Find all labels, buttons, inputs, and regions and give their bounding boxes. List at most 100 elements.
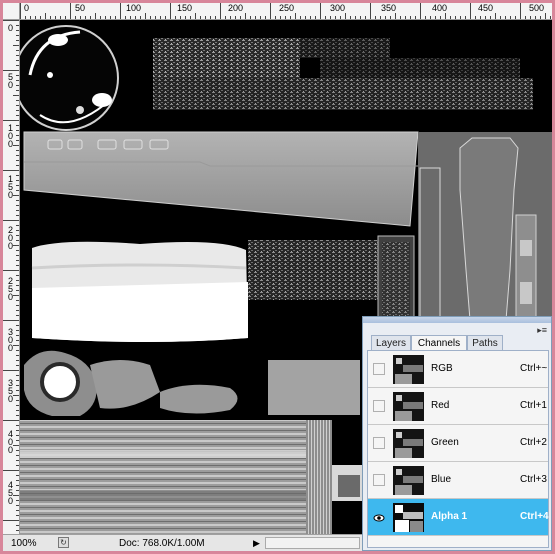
ruler-tick	[60, 16, 61, 19]
horizontal-ruler[interactable]: 0 50 100 150 200 250 300 350 400 450 500	[3, 3, 552, 20]
ruler-tick	[430, 16, 431, 19]
visibility-toggle[interactable]	[373, 437, 385, 449]
ruler-tick	[385, 16, 386, 19]
channel-row-red[interactable]: Red Ctrl+1	[368, 388, 548, 425]
ruler-tick	[375, 16, 376, 19]
ruler-tick	[510, 16, 511, 19]
ruler-label: 400	[432, 3, 448, 13]
channel-name: Red	[431, 400, 450, 411]
ruler-tick	[16, 500, 19, 501]
ruler-tick	[16, 310, 19, 311]
tab-layers[interactable]: Layers	[371, 335, 411, 350]
ruler-label: 50	[75, 3, 86, 13]
channel-row-green[interactable]: Green Ctrl+2	[368, 425, 548, 462]
ruler-tick	[13, 345, 19, 346]
visibility-toggle[interactable]	[373, 400, 385, 412]
ruler-tick	[330, 16, 331, 19]
channel-list: RGB Ctrl+~ Red Ctrl+1 Green Ctrl+2 Blue	[367, 350, 549, 548]
ruler-tick	[360, 16, 361, 19]
ruler-tick	[16, 260, 19, 261]
ruler-tick	[335, 16, 336, 19]
ruler-tick	[16, 475, 19, 476]
channel-row-alpha-1[interactable]: Alpha 1 Ctrl+4	[368, 499, 549, 536]
channels-panel: ▸≡ Layers Channels Paths RGB Ctrl+~ Red …	[362, 316, 552, 551]
horizontal-scrollbar[interactable]	[265, 537, 360, 549]
ruler-label: 500	[529, 3, 545, 13]
ruler-tick	[16, 355, 19, 356]
ruler-tick	[425, 16, 426, 19]
eye-icon[interactable]	[373, 511, 385, 523]
ruler-tick	[170, 3, 171, 19]
ruler-tick	[260, 16, 261, 19]
ruler-tick	[100, 16, 101, 19]
ruler-tick	[290, 16, 291, 19]
vertical-ruler[interactable]: 0 5 0 1 0 0 1 5 0 2 0 0 2 5 0 3 0 0 3 5 …	[3, 20, 20, 534]
ruler-tick	[3, 120, 19, 121]
tab-paths[interactable]: Paths	[467, 335, 503, 350]
ruler-tick	[305, 16, 306, 19]
ruler-tick	[245, 13, 246, 19]
channel-shortcut: Ctrl+~	[520, 363, 548, 374]
ruler-tick	[160, 16, 161, 19]
ruler-tick	[295, 13, 296, 19]
ruler-tick	[16, 360, 19, 361]
ruler-tick	[16, 240, 19, 241]
ruler-tick	[380, 16, 381, 19]
ruler-label: 3 0 0	[7, 327, 13, 353]
ruler-tick	[16, 460, 19, 461]
channel-row-blue[interactable]: Blue Ctrl+3	[368, 462, 548, 499]
ruler-tick	[420, 3, 421, 19]
ruler-tick	[16, 175, 19, 176]
ruler-label: 200	[228, 3, 244, 13]
tab-channels[interactable]: Channels	[411, 335, 467, 351]
ruler-tick	[370, 3, 371, 19]
ruler-tick	[465, 16, 466, 19]
ruler-tick	[300, 16, 301, 19]
ruler-tick	[460, 16, 461, 19]
ruler-tick	[180, 16, 181, 19]
ruler-tick	[16, 510, 19, 511]
channel-shortcut: Ctrl+3	[520, 474, 547, 485]
ruler-tick	[16, 225, 19, 226]
ruler-tick	[200, 16, 201, 19]
ruler-tick	[280, 16, 281, 19]
ruler-tick	[155, 16, 156, 19]
ruler-tick	[145, 13, 146, 19]
ruler-tick	[16, 50, 19, 51]
channel-row-rgb[interactable]: RGB Ctrl+~	[368, 351, 548, 388]
ruler-tick	[90, 16, 91, 19]
ruler-tick	[16, 30, 19, 31]
ruler-tick	[16, 385, 19, 386]
ruler-tick	[485, 16, 486, 19]
ruler-origin[interactable]	[3, 3, 20, 20]
ruler-tick	[150, 16, 151, 19]
visibility-toggle[interactable]	[373, 363, 385, 375]
ruler-tick	[16, 115, 19, 116]
ruler-tick	[16, 400, 19, 401]
ruler-tick	[13, 295, 19, 296]
ruler-tick	[455, 16, 456, 19]
ruler-tick	[16, 530, 19, 531]
ruler-tick	[195, 13, 196, 19]
ruler-tick	[16, 525, 19, 526]
ruler-tick	[445, 13, 446, 19]
status-menu-arrow-icon[interactable]: ▶	[253, 538, 260, 549]
ruler-tick	[120, 3, 121, 19]
visibility-toggle[interactable]	[373, 474, 385, 486]
ruler-tick	[16, 430, 19, 431]
ruler-tick	[135, 16, 136, 19]
panel-titlebar[interactable]	[363, 317, 551, 323]
ruler-tick	[16, 200, 19, 201]
channel-shortcut: Ctrl+2	[520, 437, 547, 448]
ruler-tick	[16, 340, 19, 341]
ruler-tick	[16, 75, 19, 76]
ruler-tick	[16, 185, 19, 186]
ruler-tick	[16, 505, 19, 506]
ruler-label: 300	[330, 3, 346, 13]
zoom-level[interactable]: 100%	[11, 538, 37, 549]
status-menu-icon[interactable]: ↻	[58, 537, 69, 548]
ruler-tick	[16, 365, 19, 366]
ruler-label: 2 0 0	[7, 225, 13, 251]
ruler-tick	[16, 405, 19, 406]
ruler-tick	[16, 515, 19, 516]
